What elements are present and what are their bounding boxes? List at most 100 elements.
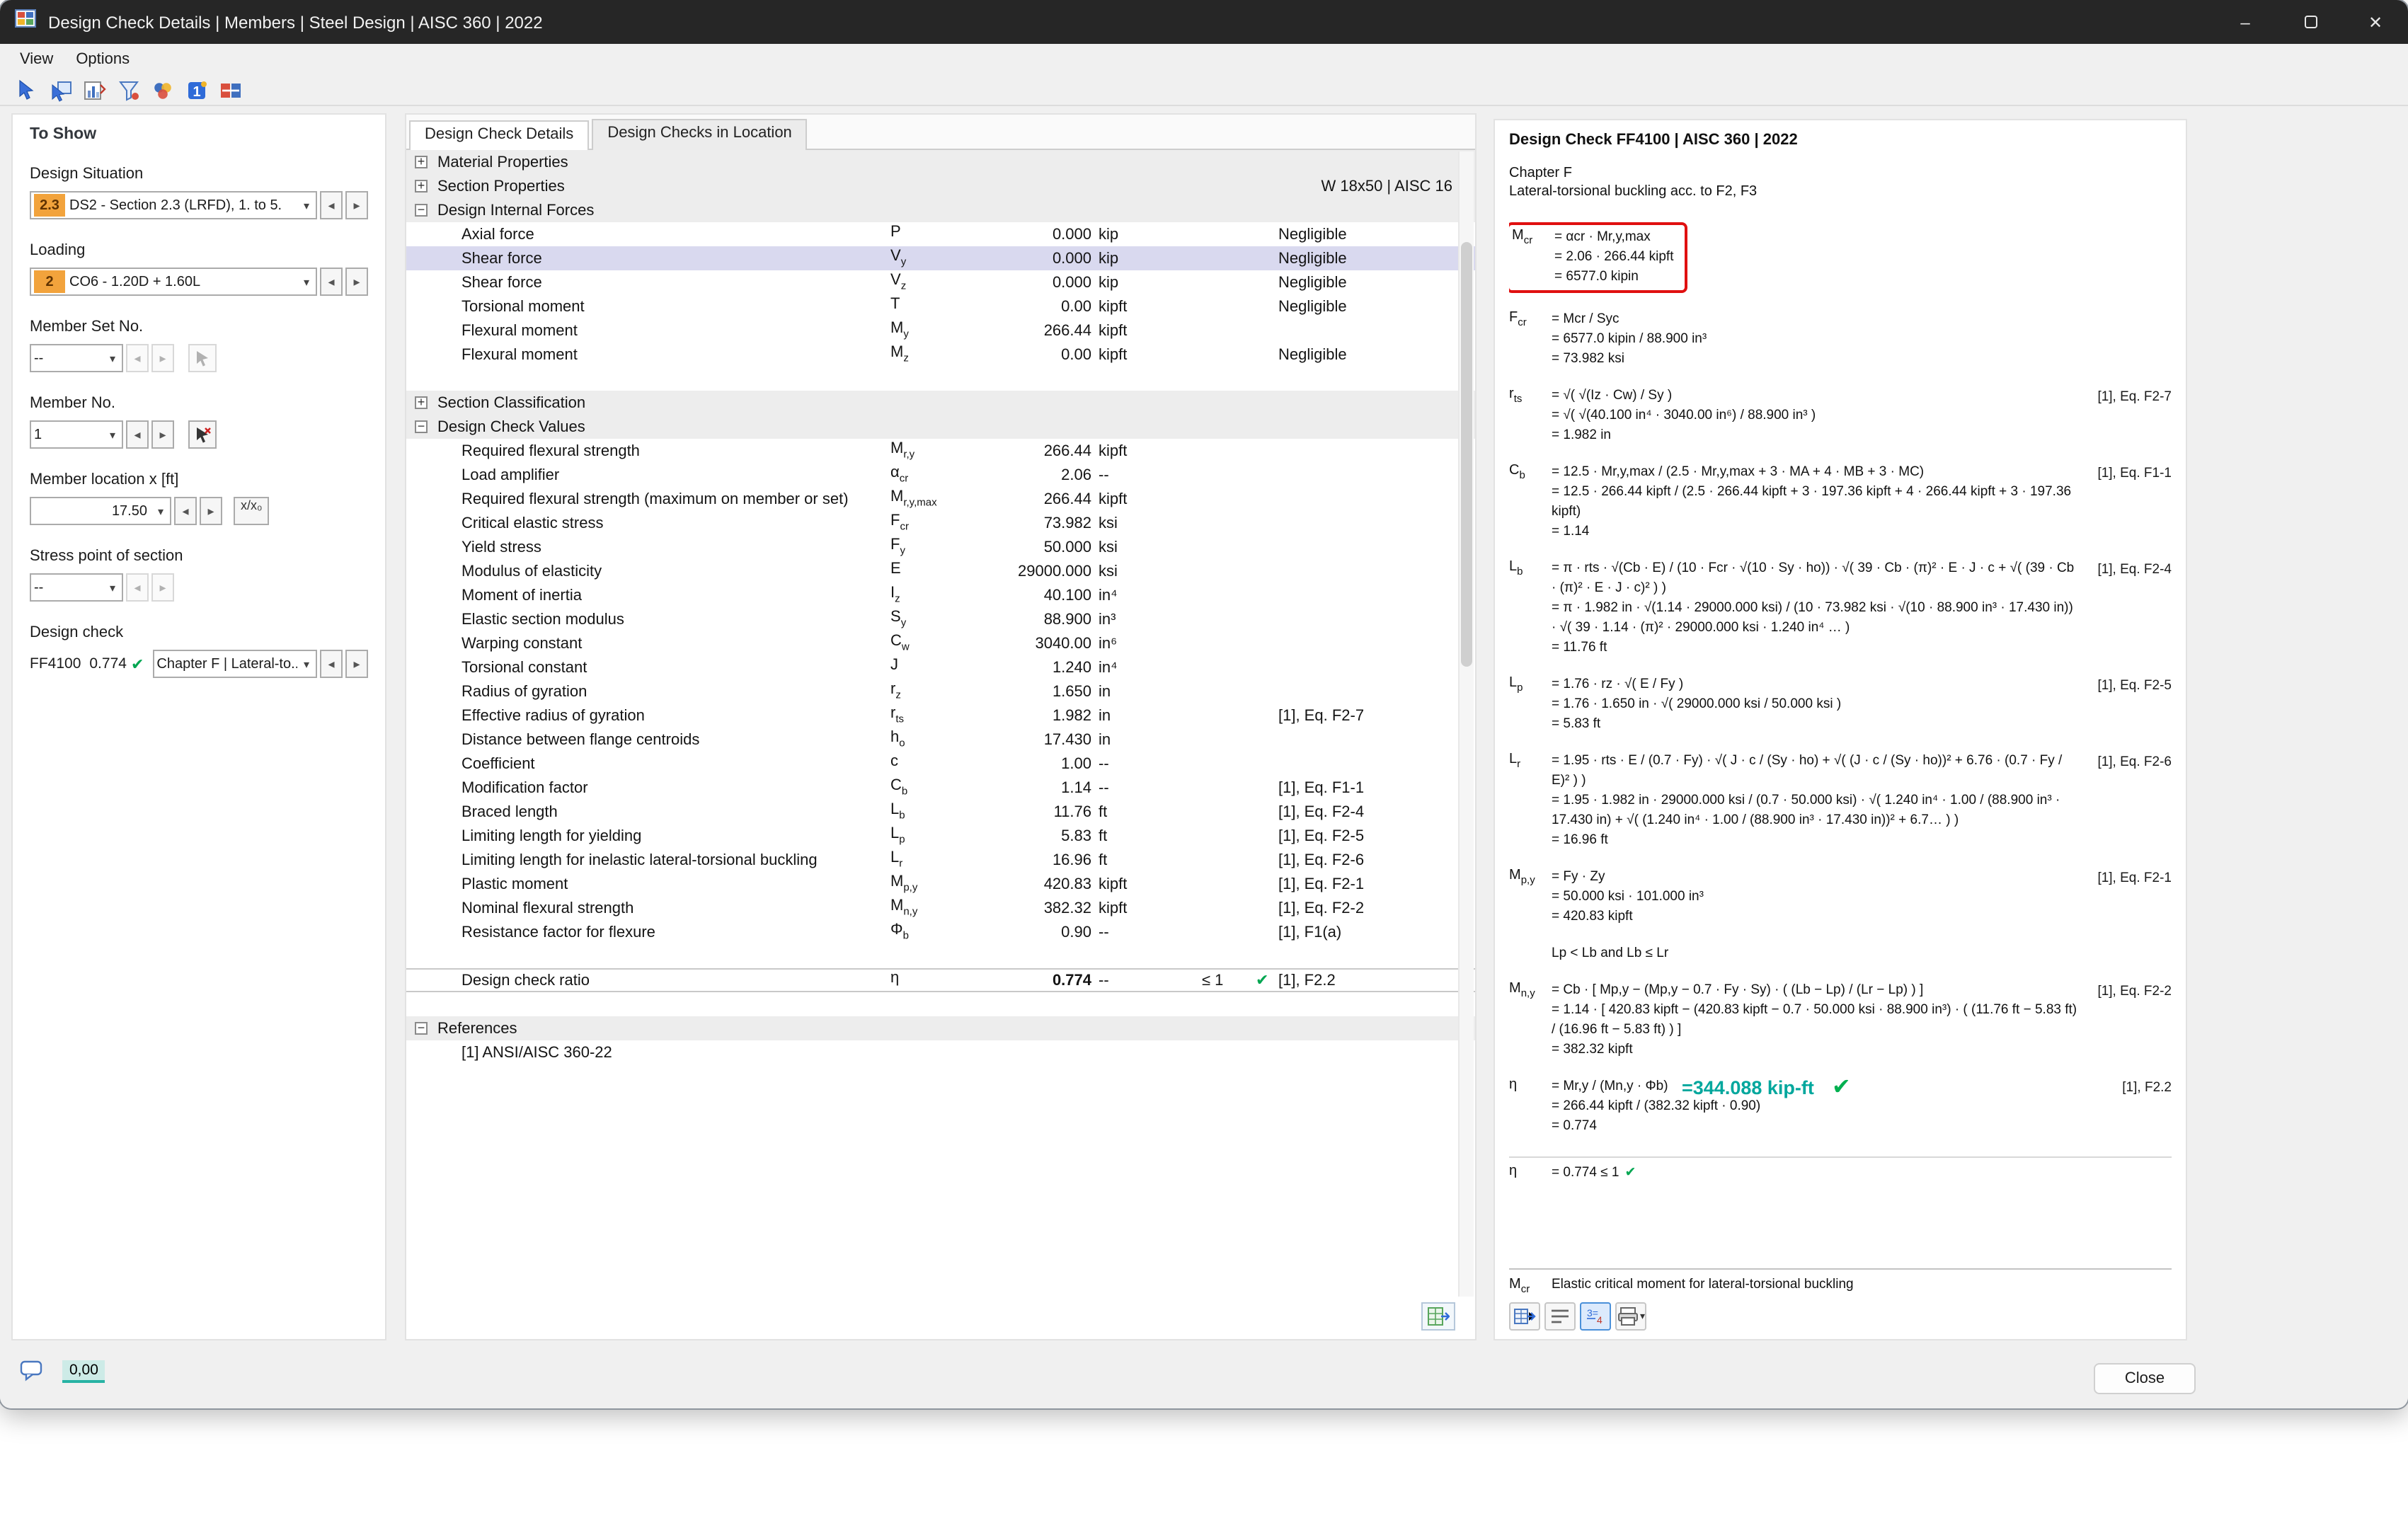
table-row[interactable]: Design check ratio η 0.774 -- ≤ 1 ✔ [1],…	[406, 968, 1475, 992]
member-set-select[interactable]: --	[30, 344, 123, 372]
table-row[interactable]: + Material Properties	[406, 150, 1475, 174]
table-row[interactable]: − Design Check Values	[406, 415, 1475, 439]
previous-member-button[interactable]	[126, 420, 149, 449]
stress-point-select[interactable]: --	[30, 573, 123, 602]
row-description-text: Nominal flexural strength	[461, 900, 634, 917]
table-row[interactable]: Modification factor Cb 1.14 -- [1], Eq. …	[406, 776, 1475, 800]
table-row[interactable]: Load amplifier αcr 2.06 --	[406, 463, 1475, 487]
pick-member-button[interactable]	[188, 420, 217, 449]
tab[interactable]: Design Checks in Location	[592, 119, 808, 150]
row-description: Load amplifier	[406, 466, 890, 483]
print-icon[interactable]: ▾	[1615, 1302, 1646, 1331]
send-to-table-button[interactable]	[1421, 1302, 1455, 1331]
select-arrow-icon[interactable]	[11, 76, 41, 103]
member-location-input[interactable]: 17.50	[30, 497, 171, 525]
show-values-icon[interactable]: 3= 4	[1580, 1302, 1611, 1331]
formula-block: Mcr = αcr · Mr,y,max = 2.06 · 266.44 kip…	[1509, 222, 2172, 293]
table-row[interactable]: Modulus of elasticity E 29000.000 ksi	[406, 559, 1475, 583]
table-row[interactable]: Required flexural strength (maximum on m…	[406, 487, 1475, 511]
design-check-select[interactable]: Chapter F | Lateral-to...	[152, 650, 317, 678]
table-row[interactable]: Radius of gyration rz 1.650 in	[406, 679, 1475, 703]
dropdown-caret-icon	[103, 580, 122, 595]
table-row[interactable]: Yield stress Fy 50.000 ksi	[406, 535, 1475, 559]
next-loading-button[interactable]	[345, 268, 368, 296]
loading-select[interactable]: 2 CO6 - 1.20D + 1.60L	[30, 268, 317, 296]
previous-stress-point-button[interactable]	[126, 573, 149, 602]
tree-expander-icon[interactable]: +	[415, 179, 428, 193]
maximize-button[interactable]	[2278, 0, 2343, 44]
table-row[interactable]: Limiting length for yielding Lp 5.83 ft …	[406, 824, 1475, 848]
table-row[interactable]: Braced length Lb 11.76 ft [1], Eq. F2-4	[406, 800, 1475, 824]
table-row[interactable]: Flexural moment My 266.44 kipft	[406, 318, 1475, 343]
tree-expander-icon[interactable]: −	[415, 1021, 428, 1035]
pick-member-set-button[interactable]	[188, 344, 217, 372]
previous-location-button[interactable]	[174, 497, 197, 525]
minimize-button[interactable]: –	[2213, 0, 2278, 44]
close-dialog-button[interactable]: Close	[2094, 1363, 2196, 1394]
formula-line: = 5.83 ft	[1552, 716, 1601, 732]
table-row[interactable]: Limiting length for inelastic lateral-to…	[406, 848, 1475, 872]
table-row[interactable]	[406, 992, 1475, 1016]
next-member-set-button[interactable]	[151, 344, 174, 372]
next-stress-point-button[interactable]	[151, 573, 174, 602]
table-row[interactable]: Warping constant Cw 3040.00 in⁶	[406, 631, 1475, 655]
next-location-button[interactable]	[200, 497, 222, 525]
tree-expander-icon[interactable]: −	[415, 420, 428, 433]
table-row[interactable]: Critical elastic stress Fcr 73.982 ksi	[406, 511, 1475, 535]
menu-options[interactable]: Options	[64, 48, 141, 71]
formula-main: Lp = 1.76 · rz · √( E / Fy ) = 1.76 · 1.…	[1509, 675, 2172, 735]
tab[interactable]: Design Check Details	[409, 120, 590, 151]
table-row[interactable]: − References	[406, 1016, 1475, 1040]
table-row[interactable]: + Section Classification	[406, 391, 1475, 415]
close-window-button[interactable]: ✕	[2343, 0, 2408, 44]
filter-icon[interactable]	[113, 76, 143, 103]
table-row[interactable]: Axial force P 0.000 kip Negligible	[406, 222, 1475, 246]
table-row[interactable]: Torsional moment T 0.00 kipft Negligible	[406, 294, 1475, 318]
design-situation-select[interactable]: 2.3 DS2 - Section 2.3 (LRFD), 1. to 5.	[30, 191, 317, 219]
table-row[interactable]: Torsional constant J 1.240 in⁴	[406, 655, 1475, 679]
formula-line: = 266.44 kipft / (382.32 kipft · 0.90)	[1552, 1098, 1761, 1114]
x-relative-toggle-button[interactable]: x/x₀	[234, 497, 270, 525]
table-scrollbar[interactable]	[1458, 151, 1474, 1297]
menu-view[interactable]: View	[8, 48, 64, 71]
scrollbar-thumb[interactable]	[1461, 242, 1472, 667]
row-description-text: Shear force	[461, 274, 542, 291]
table-row[interactable]: Distance between flange centroids ho 17.…	[406, 728, 1475, 752]
previous-loading-button[interactable]	[320, 268, 343, 296]
tree-expander-icon[interactable]: −	[415, 203, 428, 217]
table-row[interactable]: Required flexural strength Mr,y 266.44 k…	[406, 439, 1475, 463]
tree-expander-icon[interactable]: +	[415, 396, 428, 409]
result-diagram-icon[interactable]	[79, 76, 109, 103]
table-row[interactable]: Resistance factor for flexure Φb 0.90 --…	[406, 920, 1475, 944]
table-row[interactable]: Effective radius of gyration rts 1.982 i…	[406, 703, 1475, 728]
next-member-button[interactable]	[151, 420, 174, 449]
transfer-results-icon[interactable]	[1509, 1302, 1540, 1331]
table-row[interactable]: Elastic section modulus Sy 88.900 in³	[406, 607, 1475, 631]
table-row[interactable]: Moment of inertia Iz 40.100 in⁴	[406, 583, 1475, 607]
units-icon[interactable]	[215, 76, 245, 103]
table-row[interactable]	[406, 944, 1475, 968]
color-scheme-icon[interactable]	[147, 76, 177, 103]
previous-design-situation-button[interactable]	[320, 191, 343, 219]
table-row[interactable]: Coefficient c 1.00 --	[406, 752, 1475, 776]
table-row[interactable]: Shear force Vz 0.000 kip Negligible	[406, 270, 1475, 294]
tree-expander-icon[interactable]: +	[415, 155, 428, 168]
formula-list-icon[interactable]	[1544, 1302, 1576, 1331]
member-no-select[interactable]: 1	[30, 420, 123, 449]
previous-design-check-button[interactable]	[320, 650, 343, 678]
table-row[interactable]: Flexural moment Mz 0.00 kipft Negligible	[406, 343, 1475, 367]
next-design-situation-button[interactable]	[345, 191, 368, 219]
table-row[interactable]: Shear force Vy 0.000 kip Negligible	[406, 246, 1475, 270]
previous-member-set-button[interactable]	[126, 344, 149, 372]
next-design-check-button[interactable]	[345, 650, 368, 678]
select-window-icon[interactable]	[45, 76, 75, 103]
comment-bubble-icon[interactable]	[20, 1360, 44, 1389]
table-row[interactable]: + Section Properties W 18x50 | AISC 16	[406, 174, 1475, 198]
table-row[interactable]: [1] ANSI/AISC 360-22	[406, 1040, 1475, 1064]
table-row[interactable]: − Design Internal Forces	[406, 198, 1475, 222]
table-row[interactable]: Plastic moment Mp,y 420.83 kipft [1], Eq…	[406, 872, 1475, 896]
table-row[interactable]	[406, 367, 1475, 391]
object-info-icon[interactable]: 1	[181, 76, 211, 103]
print-menu-caret-icon[interactable]: ▾	[1640, 1311, 1645, 1322]
table-row[interactable]: Nominal flexural strength Mn,y 382.32 ki…	[406, 896, 1475, 920]
